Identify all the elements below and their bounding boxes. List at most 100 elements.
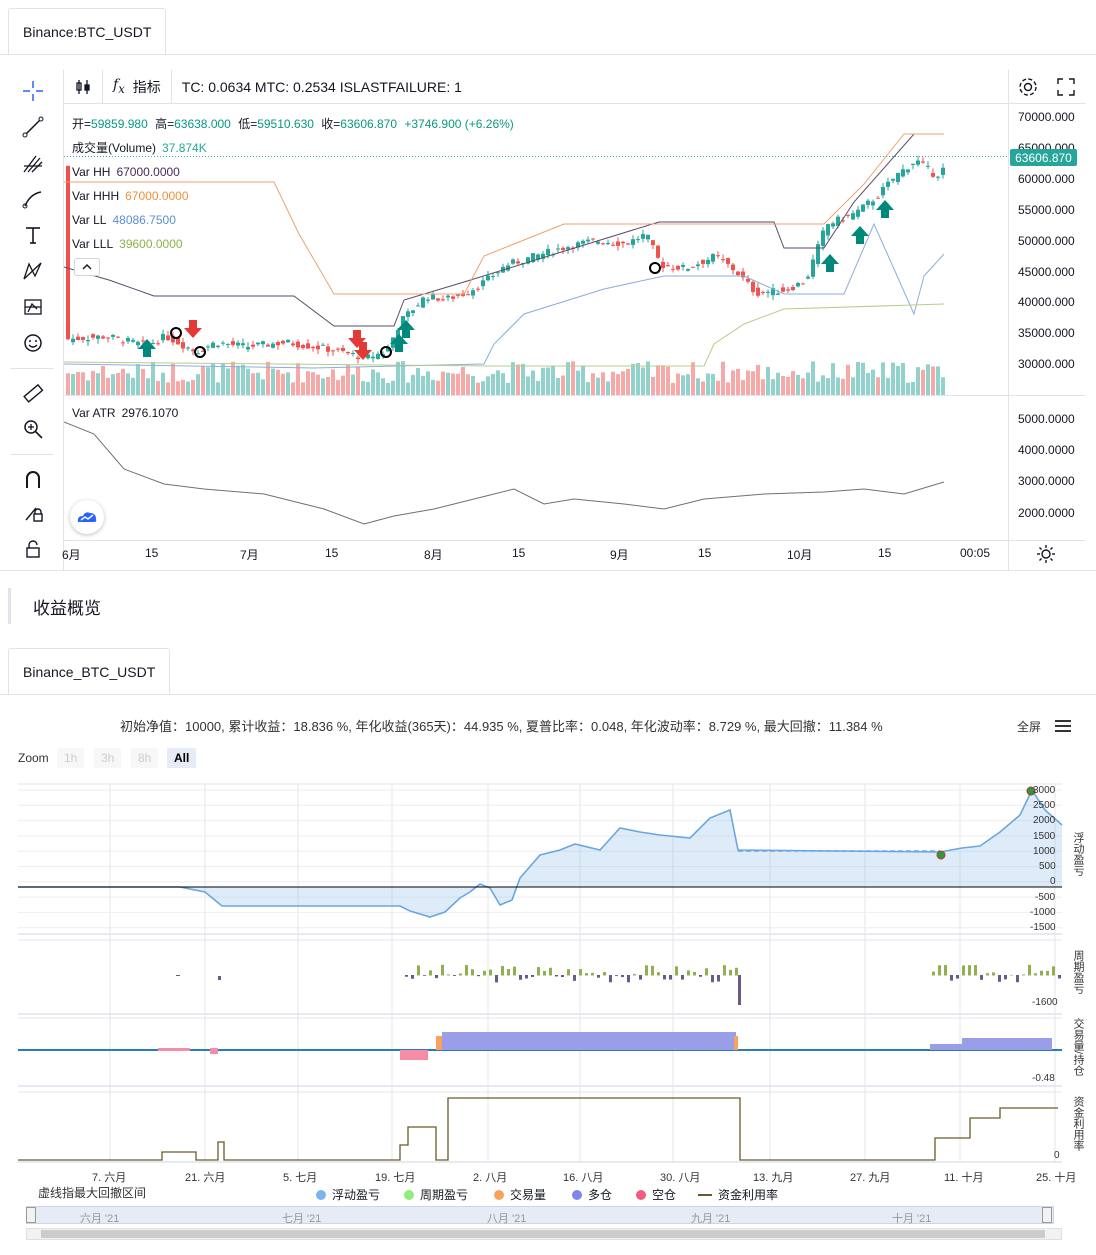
candle-body xyxy=(716,255,720,257)
collapse-legend-button[interactable] xyxy=(74,258,100,276)
hh-line xyxy=(64,133,944,327)
candle-body xyxy=(221,342,225,344)
volume-bar xyxy=(721,361,725,395)
candle-body xyxy=(556,248,560,250)
legend-item-long[interactable]: 多仓 xyxy=(572,1186,612,1203)
report-tab[interactable]: Binance_BTC_USDT xyxy=(8,648,171,694)
indicators-button[interactable]: fx 指标 xyxy=(103,69,172,104)
volume-bar xyxy=(931,366,935,395)
legend-item-period-pnl[interactable]: 周期盈亏 xyxy=(404,1186,468,1203)
pitchfork-icon[interactable] xyxy=(20,150,46,176)
legend-value: 67000.0000 xyxy=(116,165,180,179)
volume-bar xyxy=(111,374,115,395)
pattern-icon[interactable] xyxy=(20,258,46,284)
pnl-tick: 0 xyxy=(1050,876,1056,887)
volume-bar xyxy=(716,380,720,395)
text-icon[interactable] xyxy=(20,222,46,248)
legend-item-label: 交易量 xyxy=(510,1188,547,1202)
period-bar xyxy=(525,975,528,979)
equity-chart[interactable] xyxy=(0,780,1096,1255)
volume-bar xyxy=(596,377,600,395)
brush-icon[interactable] xyxy=(20,186,46,212)
zoom-all-button[interactable]: All xyxy=(167,748,197,768)
pane-divider xyxy=(64,395,1086,396)
period-bar xyxy=(597,975,600,978)
period-bar xyxy=(633,974,636,976)
volume-bar xyxy=(451,373,455,395)
candle-style-button[interactable] xyxy=(64,69,103,104)
navigator-right-handle[interactable] xyxy=(1042,1207,1052,1223)
legend-name: Var HH xyxy=(72,165,111,179)
period-bar xyxy=(735,967,738,976)
volume-bar xyxy=(316,374,320,395)
legend-item-short[interactable]: 空仓 xyxy=(636,1186,676,1203)
zoom-8h-button[interactable]: 8h xyxy=(131,748,159,768)
crosshair-icon[interactable] xyxy=(20,78,46,104)
lock-icon[interactable] xyxy=(20,536,46,562)
volume-bar xyxy=(646,361,650,395)
emoji-icon[interactable] xyxy=(20,330,46,356)
volume-bar xyxy=(776,372,780,395)
volume-bar xyxy=(166,382,170,395)
ruler-icon[interactable] xyxy=(20,380,46,406)
candle-body xyxy=(816,244,820,265)
zoom-in-icon[interactable] xyxy=(20,416,46,442)
zoom-3h-button[interactable]: 3h xyxy=(94,748,122,768)
fullscreen-icon[interactable] xyxy=(1055,76,1077,103)
fullscreen-button[interactable]: 全屏 xyxy=(1017,718,1041,735)
time-tick: 9月 xyxy=(610,548,629,562)
candle-body xyxy=(416,305,420,307)
navigator-left-handle[interactable] xyxy=(26,1207,36,1223)
fx-icon: fx xyxy=(113,77,125,96)
period-bar xyxy=(411,975,414,979)
period-bar xyxy=(1004,975,1007,980)
tradingview-logo[interactable] xyxy=(70,500,104,534)
prediction-icon[interactable] xyxy=(20,294,46,320)
timezone-settings-icon[interactable] xyxy=(1036,544,1056,569)
period-bar xyxy=(1058,975,1061,979)
candle-body xyxy=(821,230,825,246)
volume-bar xyxy=(176,381,180,395)
trend-line-icon[interactable] xyxy=(20,114,46,140)
zoom-1h-button[interactable]: 1h xyxy=(57,748,85,768)
candle-body xyxy=(131,339,135,342)
candle-body xyxy=(691,266,695,268)
candle-body xyxy=(211,342,215,348)
legend-dot xyxy=(316,1189,326,1200)
candle-body xyxy=(476,288,480,290)
short-position-block xyxy=(400,1050,428,1060)
volume-bar xyxy=(841,378,845,395)
volume-bar xyxy=(826,378,830,395)
candle-body xyxy=(486,275,490,281)
price-tick: 40000.000 xyxy=(1018,295,1075,309)
price-chart[interactable] xyxy=(64,104,1008,570)
scrollbar[interactable] xyxy=(26,1228,1062,1240)
volume-bar xyxy=(651,376,655,395)
magnet-icon[interactable] xyxy=(20,466,46,492)
period-bar xyxy=(980,975,983,980)
candle-body xyxy=(251,344,255,347)
settings-icon[interactable] xyxy=(1017,76,1039,103)
candle-body xyxy=(246,346,250,350)
legend-dot xyxy=(636,1189,646,1200)
candle-body xyxy=(356,357,360,360)
lock-drawing-icon[interactable] xyxy=(20,500,46,526)
period-bar xyxy=(657,972,660,976)
time-tick: 8月 xyxy=(424,548,443,562)
volume-bar xyxy=(66,373,70,395)
candle-body xyxy=(546,248,550,256)
volume-bar xyxy=(326,376,330,395)
volume-mark xyxy=(436,1036,442,1050)
chart-tab[interactable]: Binance:BTC_USDT xyxy=(8,8,167,54)
legend-item-float-pnl[interactable]: 浮动盈亏 xyxy=(316,1186,380,1203)
volume-bar xyxy=(796,374,800,395)
volume-bar xyxy=(221,363,225,395)
menu-icon[interactable] xyxy=(1054,718,1072,739)
legend-item-utilization[interactable]: 资金利用率 xyxy=(698,1186,778,1203)
volume-bar xyxy=(271,368,275,395)
period-bar xyxy=(579,969,582,976)
scrollbar-thumb[interactable] xyxy=(41,1230,1045,1238)
volume-bar xyxy=(256,372,260,395)
legend-item-volume[interactable]: 交易量 xyxy=(494,1186,546,1203)
legend-value: 37.874K xyxy=(162,141,207,155)
